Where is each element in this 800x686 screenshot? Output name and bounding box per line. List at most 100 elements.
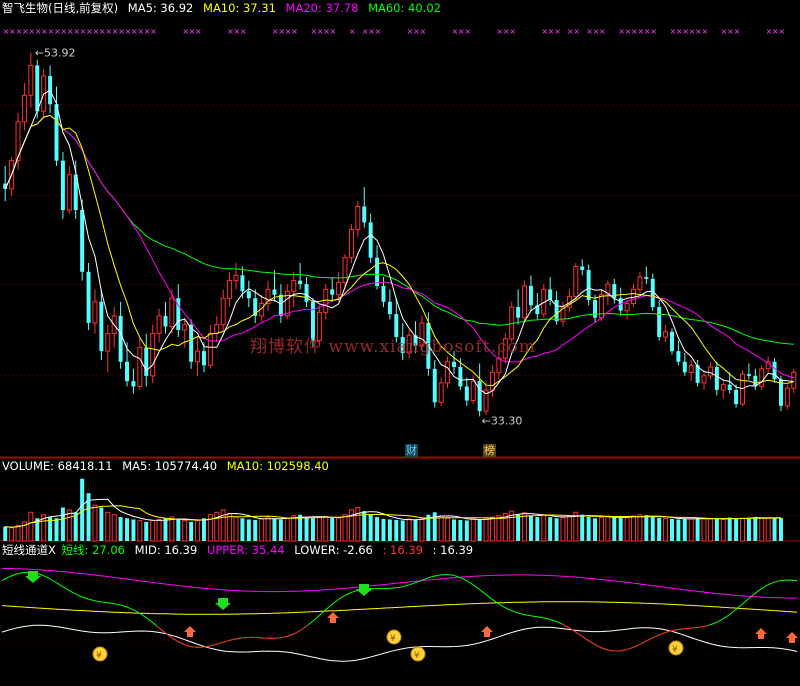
volume-bar-up (707, 518, 713, 542)
volume-bar-up (9, 527, 15, 542)
candle (580, 259, 585, 276)
volume-bar-up (765, 517, 771, 542)
candle-body-down (676, 351, 681, 362)
volume-bar-up (566, 516, 572, 542)
candle (176, 284, 181, 338)
candle-body-down (99, 301, 104, 352)
signal-marker: × (778, 27, 785, 36)
volume-bar-up (291, 515, 297, 542)
candle (86, 262, 91, 330)
volume-bar-down (99, 507, 104, 541)
volume-bar-up (227, 512, 233, 542)
volume-layer (3, 478, 783, 542)
volume-bar-down (310, 518, 315, 541)
candle-body-down (657, 307, 662, 338)
volume-bar-down (330, 517, 335, 541)
volume-bar-down (54, 518, 59, 541)
candle-body-down (669, 331, 674, 352)
upper-line (1, 567, 797, 599)
volume-bar-up (445, 517, 451, 542)
volume-bar-down (714, 518, 719, 541)
volume-bar-up (355, 507, 361, 542)
candle (60, 151, 65, 219)
candle (54, 86, 59, 166)
candle (21, 83, 27, 131)
candle-body-down (330, 289, 335, 295)
candle-body-down (118, 315, 123, 362)
finance-tag[interactable]: 财 (405, 444, 418, 457)
candle (220, 289, 226, 330)
candle (144, 333, 149, 387)
volume-value: VOLUME: 68418.11 (2, 459, 113, 473)
signal-marker: × (291, 27, 298, 36)
candle (291, 271, 297, 308)
candle-body-up (759, 368, 765, 387)
volume-bar-down (593, 518, 598, 541)
candle (246, 280, 251, 308)
candlestick-layer (3, 52, 797, 417)
ranking-tag[interactable]: 榜 (483, 444, 496, 457)
candle (618, 287, 623, 316)
signal-marker: × (702, 27, 709, 36)
volume-bar-down (163, 518, 168, 541)
candle-body-down (528, 285, 533, 306)
candle-body-up (720, 384, 726, 391)
volume-bar-down (240, 518, 245, 541)
volume-bar-up (137, 520, 143, 542)
candle-body-up (336, 281, 342, 296)
candle (92, 289, 98, 334)
candle (676, 340, 681, 366)
candle (163, 301, 168, 334)
coin-icon-glyph: ¥ (414, 651, 420, 661)
candle (688, 359, 694, 382)
sell-arrow-icon (327, 612, 339, 623)
volume-bar-down (60, 507, 65, 541)
volume-bar-up (759, 517, 765, 542)
candle (573, 262, 579, 301)
candle-body-up (207, 333, 213, 366)
candle (265, 280, 271, 311)
candle-body-down (682, 361, 687, 373)
candle (566, 289, 572, 313)
candle-body-up (637, 276, 643, 290)
candle (438, 377, 444, 406)
candle (156, 308, 162, 343)
candle-body-up (214, 324, 220, 335)
candle (233, 262, 239, 290)
grid-layer (0, 104, 800, 641)
candle-body-down (272, 289, 277, 295)
volume-bar-down (695, 518, 700, 541)
volume-bar-down (548, 517, 553, 541)
volume-bar-up (489, 516, 495, 542)
candle-body-down (644, 277, 649, 279)
volume-bar-up (496, 515, 502, 542)
volume-bar-up (560, 517, 566, 542)
candle-body-down (86, 271, 91, 323)
volume-bar-down (772, 517, 777, 541)
candle-body-down (727, 384, 732, 390)
volume-bar-down (387, 519, 392, 541)
candle-body-down (516, 307, 521, 318)
volume-bar-up (316, 517, 322, 542)
volume-bar-down (144, 521, 149, 541)
candle (682, 352, 687, 376)
candle-body-down (246, 291, 251, 299)
volume-bar-up (720, 518, 726, 542)
candle-body-up (92, 301, 98, 324)
signal-marker: × (554, 27, 561, 36)
volume-bar-down (650, 517, 655, 541)
candle-body-up (66, 174, 72, 211)
upper-value: UPPER: 35.44 (206, 543, 285, 557)
candle-body-up (323, 288, 329, 313)
candle (701, 370, 707, 390)
high-price-label: ←53.92 (35, 47, 76, 60)
candle-body-up (573, 265, 579, 297)
candle-body-up (701, 375, 707, 384)
candle-body-down (477, 381, 482, 412)
stock-title: 智飞生物(日线,前复权) (2, 1, 119, 15)
signal-marker: × (195, 27, 202, 36)
signal-marker: × (464, 27, 471, 36)
candle (541, 284, 547, 318)
volume-bar-down (657, 518, 662, 541)
signal-marker: × (650, 27, 657, 36)
